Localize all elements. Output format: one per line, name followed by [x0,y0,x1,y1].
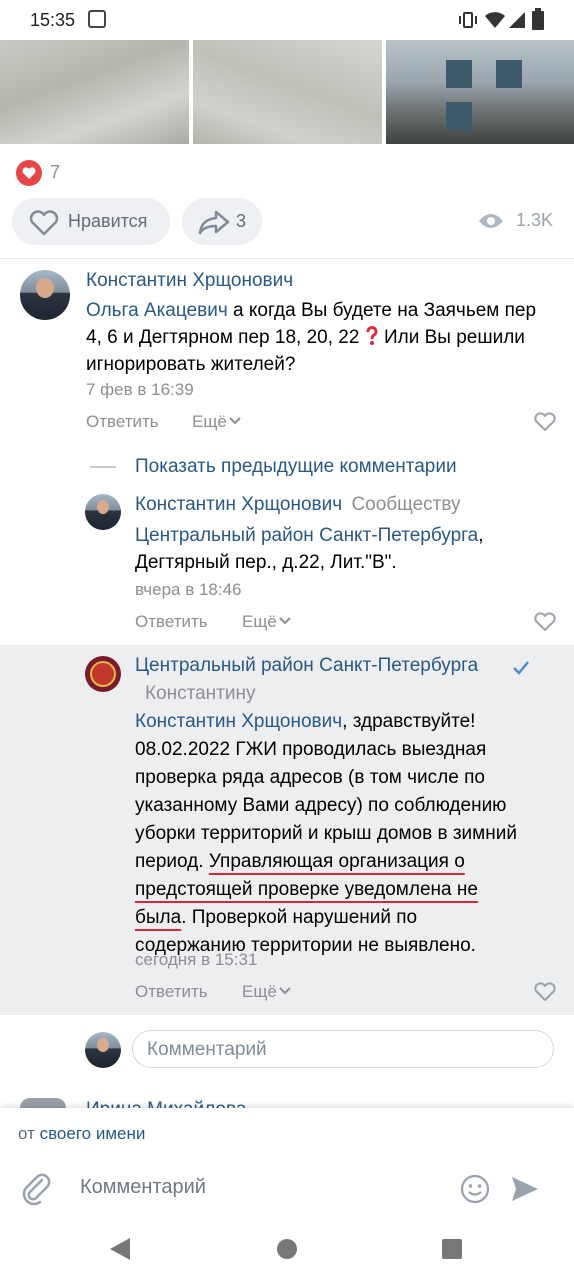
reply-date: вчера в 18:46 [135,580,242,599]
reply-button[interactable]: Ответить [135,982,208,1002]
comment-author[interactable]: Константин Хрщонович [86,270,293,292]
share-button[interactable]: 3 [182,198,262,245]
vibrate-icon [459,12,477,28]
photo-snow-1[interactable] [0,40,189,144]
avatar[interactable] [20,270,70,320]
reply-text: Центральный район Санкт-Петербурга, Дегт… [135,525,484,573]
red-question-icon [366,326,378,345]
reply-author[interactable]: Константин Хрщонович [135,494,342,515]
like-count: 7 [50,162,61,182]
post-as: от своего имени [18,1124,146,1143]
signal-icon [509,12,525,28]
reply-button[interactable]: Ответить [135,612,208,632]
heart-outline-icon [29,210,59,236]
thread-line [90,466,116,468]
heart-filled-icon [16,160,42,186]
more-button[interactable]: Ещё [242,612,291,632]
comment-like-icon[interactable] [534,412,556,432]
photo-building[interactable] [386,40,574,144]
wifi-icon [485,12,505,28]
views-count: 1.3K [516,210,554,230]
photo-snow-2[interactable] [193,40,382,144]
comment-author-partial: Ирина Михайлова [86,1096,246,1108]
post-photos[interactable] [0,40,574,144]
send-icon[interactable] [510,1174,540,1204]
status-time: 15:35 [30,10,76,30]
mention-link[interactable]: Константин Хрщонович [135,711,342,732]
status-bar: 15:35 [0,0,574,40]
chevron-down-icon [279,987,291,995]
verified-check-icon [513,661,529,675]
nav-back-icon[interactable] [108,1236,132,1262]
divider [0,258,574,259]
chevron-down-icon [229,417,241,425]
reply-text: Константин Хрщонович, здравствуйте! 08.0… [135,711,517,956]
more-button[interactable]: Ещё [242,982,291,1002]
nav-recents-icon[interactable] [442,1239,462,1259]
reply-to: Константину [145,683,256,704]
emoji-icon[interactable] [460,1174,490,1204]
comment-like-icon[interactable] [534,982,556,1002]
views-eye-icon [479,214,503,228]
comment-input[interactable]: Комментарий [132,1030,554,1068]
like-button-label: Нравится [68,211,148,231]
share-count: 3 [236,211,247,231]
avatar [85,1032,121,1068]
reply-button[interactable]: Ответить [86,412,159,432]
post-as-link[interactable]: своего имени [40,1124,146,1143]
mention-link[interactable]: Ольга Акацевич [86,300,228,321]
community-avatar[interactable] [85,656,121,692]
show-previous-link[interactable]: Показать предыдущие комментарии [135,456,457,478]
reply-to: Сообществу [351,494,461,515]
like-button[interactable]: Нравится [12,198,170,245]
avatar [20,1098,66,1108]
nav-home-icon[interactable] [276,1238,298,1260]
more-button[interactable]: Ещё [192,412,241,432]
battery-icon [532,8,544,30]
comment-composer: от своего имени Комментарий [0,1108,574,1280]
comment-date: 7 фев в 16:39 [86,380,194,399]
comment-input-placeholder: Комментарий [147,1039,267,1060]
attachment-icon[interactable] [20,1172,52,1206]
reply-header: Константин Хрщонович Сообществу [135,494,461,516]
reply-author[interactable]: Центральный район Санкт-Петербурга [135,655,478,677]
reply-date: сегодня в 15:31 [135,950,258,969]
avatar[interactable] [85,494,121,530]
chevron-down-icon [279,617,291,625]
comment-text: Ольга Акацевич а когда Вы будете на Заяч… [86,300,537,375]
gallery-notification-icon [88,10,106,28]
composer-input[interactable]: Комментарий [80,1176,206,1199]
comment-like-icon[interactable] [534,612,556,632]
mention-link[interactable]: Центральный район Санкт-Петербурга [135,525,478,546]
share-icon [198,210,230,235]
